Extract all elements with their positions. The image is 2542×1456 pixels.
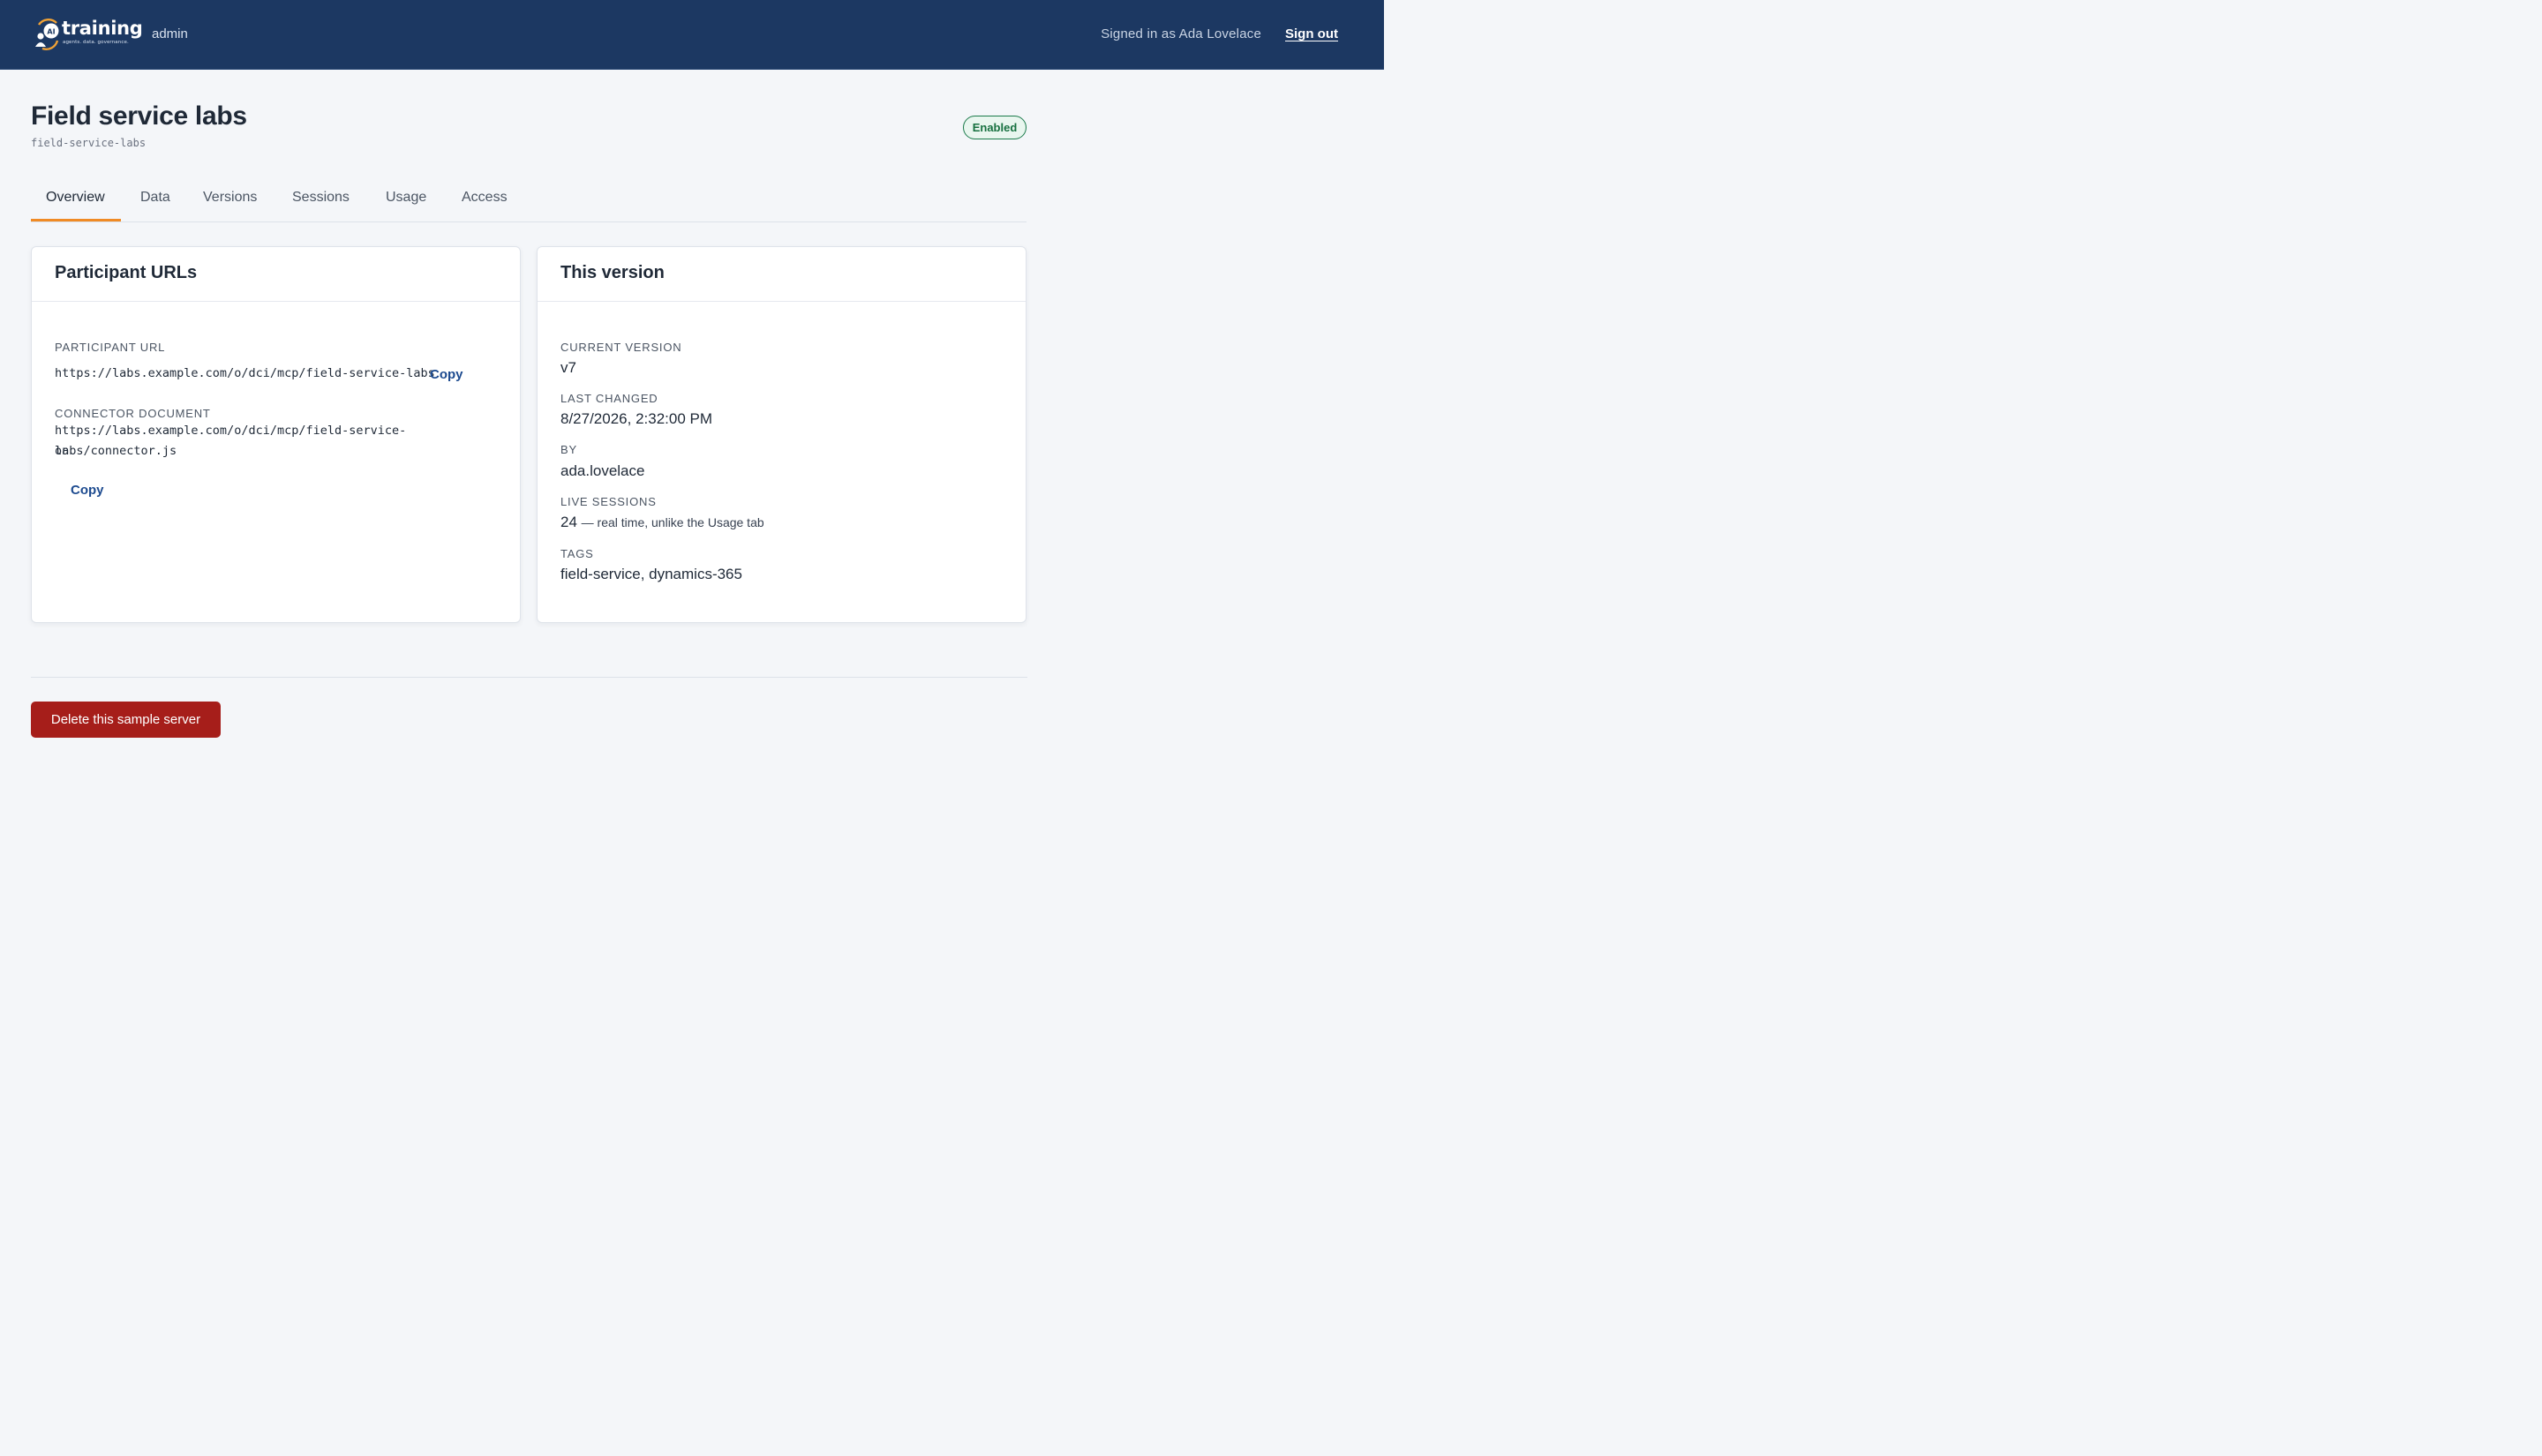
live-sessions-value: 24 <box>560 514 577 530</box>
page-title: Field service labs <box>31 101 247 131</box>
card-header: Participant URLs <box>32 247 520 302</box>
brand-logo[interactable]: AI training agents. data. governance. <box>34 18 143 51</box>
connector-document-label: CONNECTOR DOCUMENT <box>55 407 211 420</box>
ai-person-icon: AI <box>35 19 59 50</box>
section-label: admin <box>152 26 188 41</box>
by-label: BY <box>560 443 577 456</box>
participant-urls-card: Participant URLs PARTICIPANT URL https:/… <box>31 246 521 623</box>
tab-usage[interactable]: Usage <box>386 190 426 206</box>
tags-label: TAGS <box>560 547 594 560</box>
participant-url-value: https://labs.example.com/o/dci/mcp/field… <box>55 366 435 380</box>
section-divider <box>31 677 1027 678</box>
tab-access[interactable]: Access <box>462 190 508 206</box>
card-title: Participant URLs <box>55 263 198 282</box>
tab-bar: Overview Data Versions Sessions Usage Ac… <box>31 175 1027 222</box>
copy-participant-url-button[interactable]: Copy <box>430 367 463 382</box>
page-slug: field-service-labs <box>31 137 147 149</box>
active-tab-indicator <box>31 219 121 221</box>
this-version-card: This version CURRENT VERSION v7 LAST CHA… <box>537 246 1027 623</box>
last-changed-label: LAST CHANGED <box>560 392 658 405</box>
current-version-label: CURRENT VERSION <box>560 341 682 354</box>
tab-sessions[interactable]: Sessions <box>292 190 350 206</box>
live-sessions-note: — real time, unlike the Usage tab <box>581 515 764 529</box>
current-version-value: v7 <box>560 359 576 376</box>
delete-server-button[interactable]: Delete this sample server <box>31 702 221 738</box>
top-navbar: AI training agents. data. governance. ad… <box>0 0 1384 70</box>
by-value: ada.lovelace <box>560 462 645 479</box>
logo-badge: AI <box>47 28 55 36</box>
signed-in-text: Signed in as Ada Lovelace <box>1101 26 1261 41</box>
last-changed-value: 8/27/2026, 2:32:00 PM <box>560 410 713 427</box>
card-title: This version <box>560 263 665 282</box>
logo-tagline: agents. data. governance. <box>63 40 129 45</box>
tab-versions[interactable]: Versions <box>203 190 257 206</box>
card-header: This version <box>538 247 1026 302</box>
participant-url-label: PARTICIPANT URL <box>55 341 166 354</box>
live-sessions-label: LIVE SESSIONS <box>560 495 657 508</box>
status-badge: Enabled <box>963 116 1027 139</box>
live-sessions-row: 24 — real time, unlike the Usage tab <box>560 514 764 531</box>
connector-document-value-wrap: on <box>55 444 70 458</box>
copy-connector-document-button[interactable]: Copy <box>71 483 104 498</box>
sign-out-link[interactable]: Sign out <box>1285 26 1338 41</box>
connector-document-value: https://labs.example.com/o/dci/mcp/field… <box>55 424 407 458</box>
logo-text: training <box>62 18 143 39</box>
tags-value: field-service, dynamics-365 <box>560 566 742 582</box>
tab-overview[interactable]: Overview <box>46 190 105 206</box>
tab-data[interactable]: Data <box>140 190 170 206</box>
